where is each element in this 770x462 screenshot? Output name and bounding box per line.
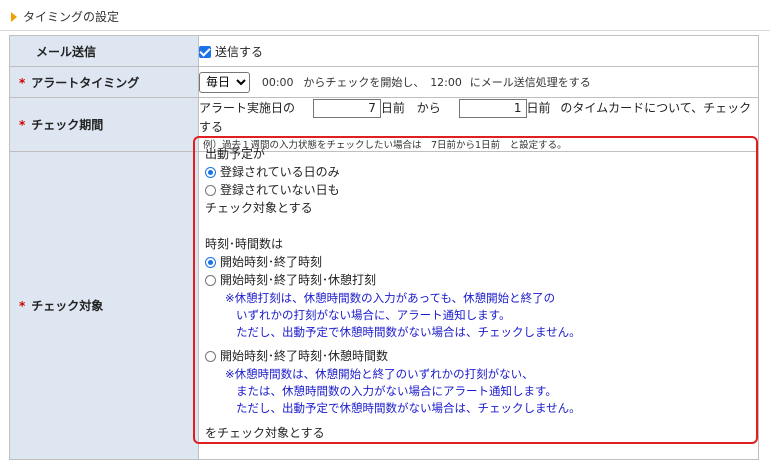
radio-selected-icon[interactable] <box>205 167 216 178</box>
time-option-start-end-label[interactable]: 開始時刻･終了時刻 <box>220 255 322 269</box>
time-heading: 時刻･時間数は <box>205 237 284 251</box>
value-cell-mail: 送信する <box>198 35 759 67</box>
note-break-hours-2: または、休憩時間数の入力がない場合にアラート通知します。 <box>236 384 557 398</box>
note-break-stamp-2: いずれかの打刻がない場合に、アラート通知します。 <box>236 308 511 322</box>
note-break-hours-3: ただし、出動予定で休憩時間数がない場合は、チェックしません。 <box>236 401 581 415</box>
note-break-stamp-1: ※休憩打刻は、休憩時間数の入力があっても、休憩開始と終了の <box>225 291 556 305</box>
radio-unselected-icon[interactable] <box>205 185 216 196</box>
schedule-option-registered-label[interactable]: 登録されている日のみ <box>220 165 340 179</box>
alert-text-end: にメール送信処理をする <box>469 75 591 89</box>
label-cell-mail: メール送信 <box>9 35 199 67</box>
label-period: チェック期間 <box>31 118 104 132</box>
checkbox-checked-icon[interactable] <box>199 45 211 58</box>
send-mail-checkbox[interactable]: 送信する <box>199 45 263 59</box>
period-between: から <box>416 101 441 115</box>
send-mail-label[interactable]: 送信する <box>215 45 263 59</box>
schedule-option-registered[interactable]: 登録されている日のみ <box>205 163 340 180</box>
schedule-tail: チェック対象とする <box>205 201 313 215</box>
period-prefix: アラート実施日の <box>199 101 296 115</box>
time-option-start-end[interactable]: 開始時刻･終了時刻 <box>205 253 322 270</box>
schedule-option-unregistered-label[interactable]: 登録されていない日も <box>220 183 340 197</box>
value-cell-alert: 毎日 00:00 からチェックを開始し、 12:00 にメール送信処理をする <box>198 66 759 98</box>
label-cell-target: * チェック対象 <box>9 151 199 460</box>
label-target: チェック対象 <box>31 299 104 313</box>
days-from-input[interactable]: 7 <box>312 99 381 118</box>
note-break-hours-1: ※休憩時間数は、休憩開始と終了のいずれかの打刻がない、 <box>225 367 534 381</box>
time-option-break-hours-label[interactable]: 開始時刻･終了時刻･休憩時間数 <box>220 349 388 363</box>
radio-selected-icon[interactable] <box>205 257 216 268</box>
radio-unselected-icon[interactable] <box>205 275 216 286</box>
note-break-stamp-3: ただし、出動予定で休憩時間数がない場合は、チェックしません。 <box>236 325 581 339</box>
label-mail: メール送信 <box>36 44 97 59</box>
time-tail: をチェック対象とする <box>205 426 325 440</box>
time-option-break-stamp[interactable]: 開始時刻･終了時刻･休憩打刻 <box>205 271 376 288</box>
label-cell-period: * チェック期間 <box>9 97 199 152</box>
time-start: 00:00 <box>261 75 294 89</box>
required-mark: * <box>19 118 26 132</box>
required-mark: * <box>19 75 26 90</box>
alert-frequency-select[interactable]: 毎日 <box>199 71 250 93</box>
time-end: 12:00 <box>430 75 462 89</box>
radio-unselected-icon[interactable] <box>205 351 216 362</box>
row-alert-timing: * アラートタイミング 毎日 00:00 からチェックを開始し、 12:00 にメ… <box>9 66 759 98</box>
days-to-input[interactable]: 1 <box>458 99 527 118</box>
row-mail: メール送信 送信する <box>9 35 759 67</box>
time-option-break-hours[interactable]: 開始時刻･終了時刻･休憩時間数 <box>205 347 388 364</box>
time-option-break-stamp-label[interactable]: 開始時刻･終了時刻･休憩打刻 <box>220 273 376 287</box>
unit-to: 日前 <box>526 101 551 115</box>
schedule-heading: 出動予定が <box>205 147 266 161</box>
period-line: アラート実施日の 7 日前 から 1 日前 のタイムカードについて、チェックする <box>199 99 758 135</box>
unit-from: 日前 <box>380 101 405 115</box>
section-title: タイミングの設定 <box>23 10 120 24</box>
section-header: タイミングの設定 <box>0 0 770 31</box>
label-cell-alert: * アラートタイミング <box>9 66 199 98</box>
required-mark: * <box>19 299 26 313</box>
label-alert: アラートタイミング <box>31 75 140 90</box>
alert-text-mid: からチェックを開始し、 <box>303 75 425 89</box>
schedule-option-unregistered[interactable]: 登録されていない日も <box>205 181 340 198</box>
triangle-right-icon <box>11 12 17 22</box>
